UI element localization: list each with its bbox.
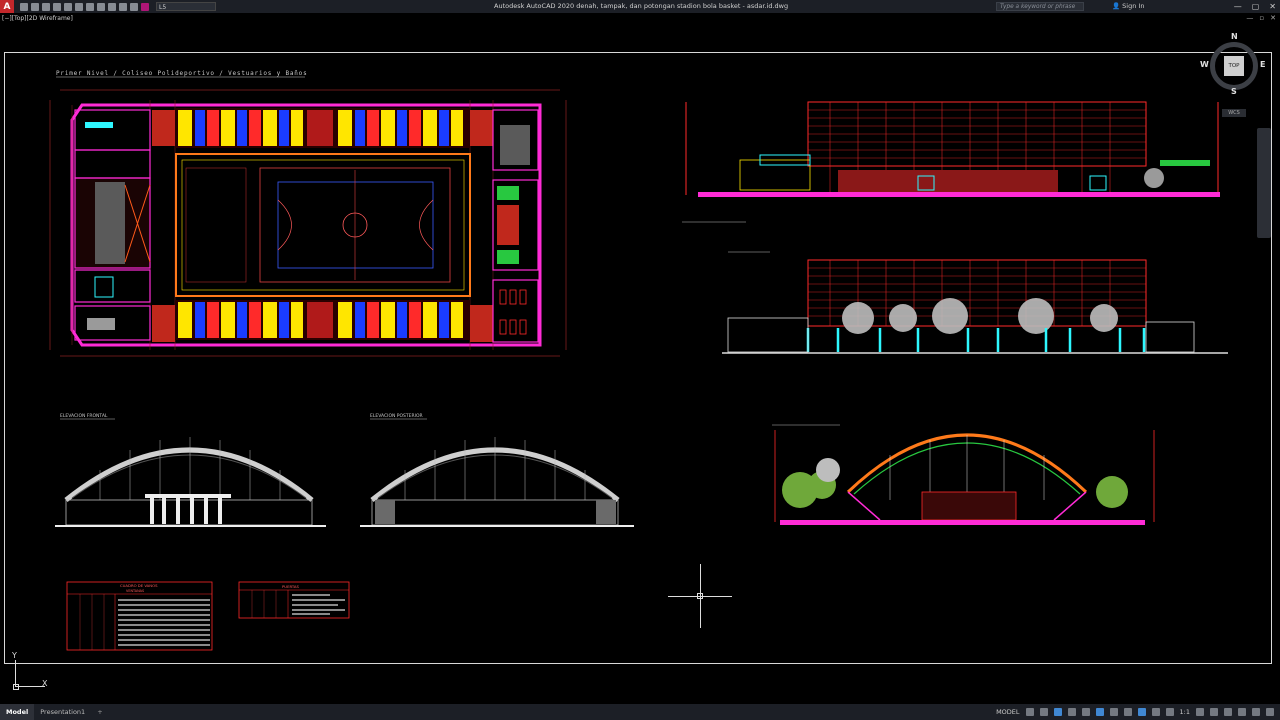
viewport-controls-label[interactable]: [−][Top][2D Wireframe] — [2, 15, 73, 22]
tab-presentation1[interactable]: Presentation1 — [34, 704, 91, 720]
lock-icon[interactable] — [130, 2, 138, 11]
viewport-minimize-button[interactable]: — — [1246, 14, 1253, 22]
plot-icon[interactable] — [75, 2, 83, 11]
redo-icon[interactable] — [97, 2, 105, 11]
selection-cycling-icon[interactable] — [1137, 708, 1146, 716]
sign-in-button[interactable]: 👤 Sign In — [1112, 0, 1144, 13]
lineweight-icon[interactable] — [1109, 708, 1118, 716]
annotation-visibility-icon[interactable] — [1151, 708, 1160, 716]
object-snap-icon[interactable] — [1095, 708, 1104, 716]
navigation-bar[interactable] — [1257, 128, 1271, 238]
annotation-scale-value[interactable]: 1:1 — [1180, 708, 1190, 716]
minimize-button[interactable]: — — [1234, 0, 1242, 13]
sign-in-label: Sign In — [1122, 2, 1145, 10]
snap-icon[interactable] — [1039, 708, 1048, 716]
hardware-acceleration-icon[interactable] — [1238, 708, 1246, 716]
new-icon[interactable] — [20, 2, 28, 11]
viewport-close-button[interactable]: ✕ — [1270, 14, 1276, 22]
viewcube[interactable]: TOP N S E W — [1200, 32, 1265, 96]
polar-icon[interactable] — [1067, 708, 1076, 716]
workspace-gear-icon[interactable] — [1196, 708, 1204, 716]
undo-icon[interactable] — [86, 2, 94, 11]
compass-west[interactable]: W — [1200, 60, 1209, 69]
quick-access-toolbar: L5 — [20, 2, 216, 11]
viewport-window-controls: — ▫ ✕ — [1246, 14, 1276, 22]
save-as-icon[interactable] — [53, 2, 61, 11]
layer-color-icon — [141, 2, 149, 11]
window-title: Autodesk AutoCAD 2020 denah, tampak, dan… — [494, 2, 789, 10]
clean-screen-icon[interactable] — [1252, 708, 1260, 716]
add-layout-button[interactable]: + — [91, 704, 108, 720]
annotation-scale-icon[interactable] — [1165, 708, 1174, 716]
close-button[interactable]: ✕ — [1269, 0, 1276, 13]
grid-icon[interactable] — [1025, 708, 1034, 716]
layer-dropdown[interactable]: L5 — [156, 2, 216, 11]
search-input[interactable]: Type a keyword or phrase — [996, 2, 1084, 11]
user-icon: 👤 — [1112, 2, 1123, 10]
compass-south[interactable]: S — [1231, 87, 1237, 96]
status-bar: MODEL 1:1 — [996, 704, 1280, 720]
annotation-monitor-icon[interactable] — [1210, 708, 1218, 716]
isodraft-icon[interactable] — [1081, 708, 1090, 716]
save-icon[interactable] — [42, 2, 50, 11]
wcs-menu[interactable]: WCS — [1222, 109, 1246, 117]
ucs-icon: Y X — [10, 651, 60, 692]
compass-north[interactable]: N — [1231, 32, 1238, 41]
ribbon-area — [0, 13, 1280, 26]
layout-frame — [4, 52, 1272, 664]
viewport-restore-button[interactable]: ▫ — [1259, 14, 1264, 22]
open-icon[interactable] — [31, 2, 39, 11]
transparency-icon[interactable] — [1123, 708, 1132, 716]
ucs-x-label: X — [42, 679, 48, 688]
isolate-objects-icon[interactable] — [1224, 708, 1232, 716]
window-controls: — ▢ ✕ — [1234, 0, 1276, 13]
tab-model[interactable]: Model — [0, 704, 35, 720]
model-space-toggle[interactable]: MODEL — [996, 708, 1019, 716]
viewcube-top-face[interactable]: TOP — [1224, 56, 1244, 76]
lightbulb-icon[interactable] — [108, 2, 116, 11]
crosshair-cursor — [668, 564, 732, 628]
maximize-button[interactable]: ▢ — [1252, 0, 1260, 13]
customization-menu-icon[interactable] — [1266, 708, 1274, 716]
compass-east[interactable]: E — [1260, 60, 1265, 69]
ucs-y-label: Y — [12, 651, 17, 660]
ortho-icon[interactable] — [1053, 708, 1062, 716]
autocad-logo-icon[interactable]: A — [0, 0, 14, 13]
web-icon[interactable] — [64, 2, 72, 11]
sun-icon[interactable] — [119, 2, 127, 11]
